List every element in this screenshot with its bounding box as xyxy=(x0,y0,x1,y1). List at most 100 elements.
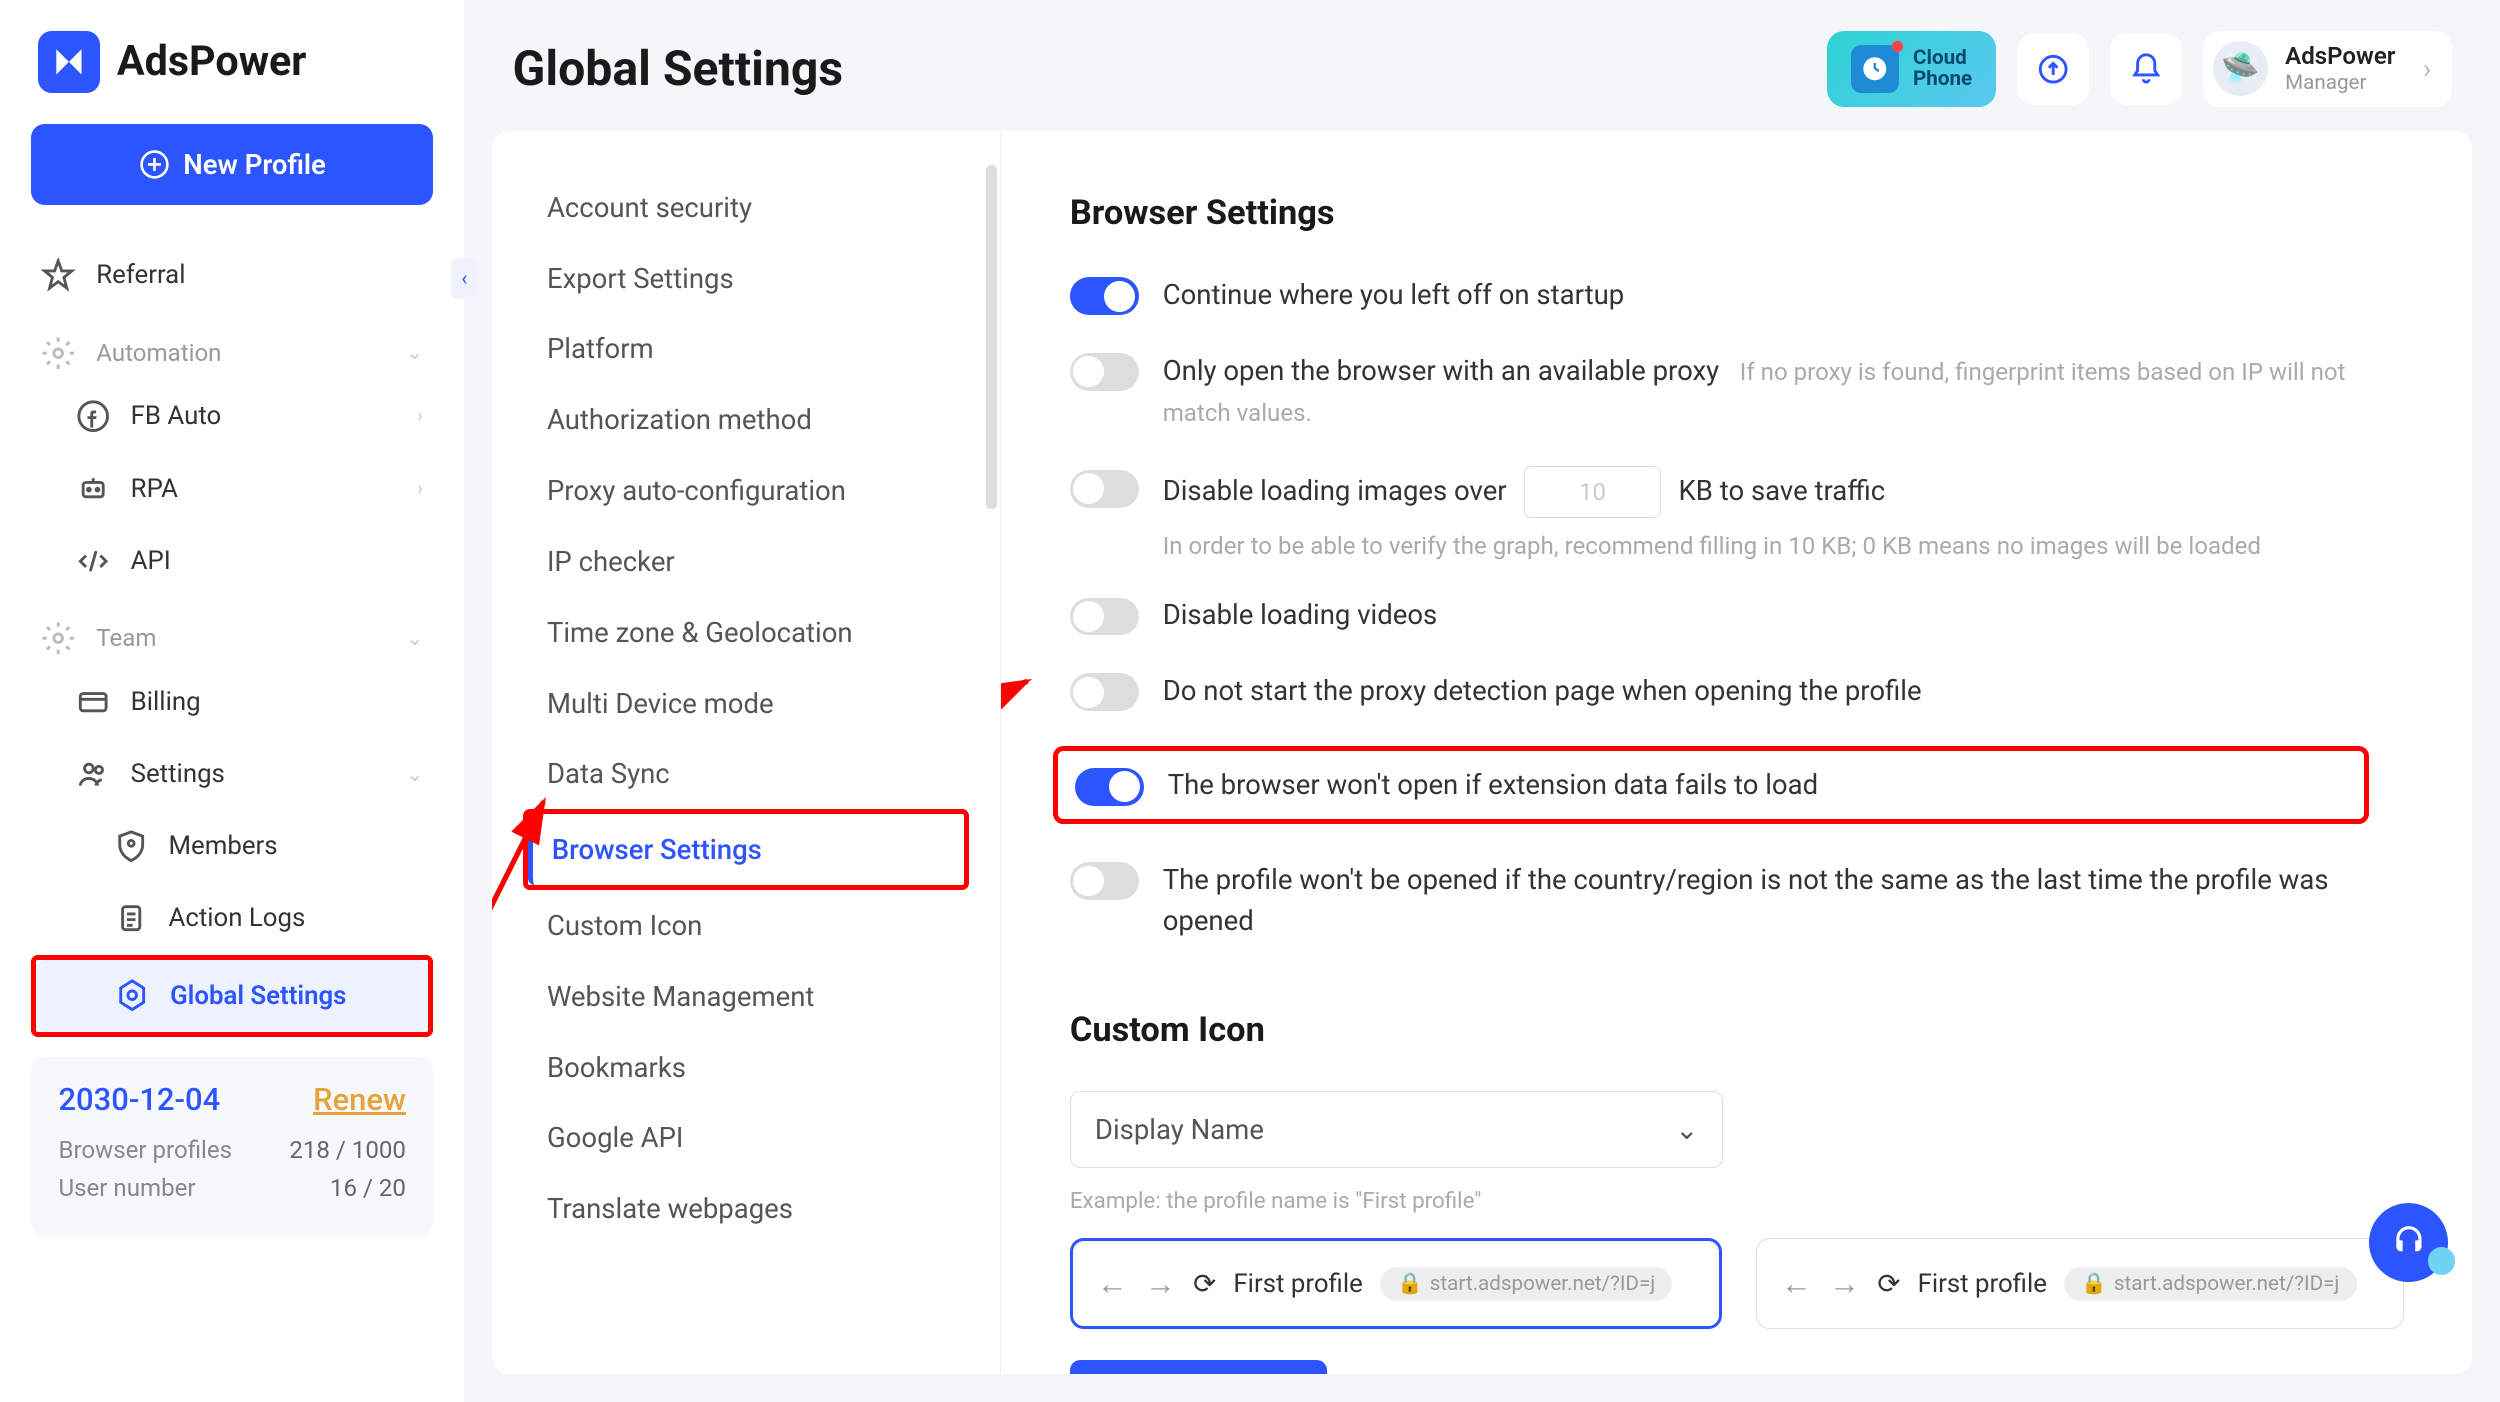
users-icon xyxy=(76,757,110,791)
sidebar-group-team[interactable]: Team ⌄ xyxy=(17,597,447,666)
display-name-dropdown[interactable]: Display Name ⌄ xyxy=(1070,1091,1724,1167)
preview-card-2[interactable]: ← → ⟳ First profile 🔒 start.adspower.net… xyxy=(1756,1238,2404,1329)
url-pill: 🔒 start.adspower.net/?ID=j xyxy=(1380,1267,1672,1301)
headset-icon xyxy=(2390,1223,2428,1261)
clipboard-icon xyxy=(114,901,148,935)
content: Account security Export Settings Platfor… xyxy=(492,131,2473,1375)
url-pill: 🔒 start.adspower.net/?ID=j xyxy=(2064,1267,2356,1301)
help-bubble[interactable] xyxy=(2369,1203,2448,1282)
toggle-row-country-check: The profile won't be opened if the count… xyxy=(1070,859,2404,942)
toggle-continue-startup[interactable] xyxy=(1070,277,1139,315)
user-menu[interactable]: 🛸 AdsPower Manager › xyxy=(2203,31,2452,107)
sidebar-item-api[interactable]: API xyxy=(17,525,447,597)
star-icon xyxy=(41,258,75,292)
sidebar-item-fb-auto[interactable]: FB Auto › xyxy=(17,380,447,452)
collapse-sidebar-button[interactable]: ‹ xyxy=(451,258,479,299)
scrollbar[interactable] xyxy=(986,165,996,509)
sidebar-item-members[interactable]: Members xyxy=(17,810,447,882)
notifications-button[interactable] xyxy=(2110,33,2182,105)
hexagon-icon xyxy=(115,978,149,1012)
back-icon: ← xyxy=(1097,1265,1128,1302)
settings-nav-website-mgmt[interactable]: Website Management xyxy=(523,961,969,1032)
main: Global Settings Cloud Phone xyxy=(464,0,2500,1402)
reload-icon: ⟳ xyxy=(1877,1267,1900,1300)
page-title: Global Settings xyxy=(513,40,844,97)
reload-icon: ⟳ xyxy=(1193,1267,1216,1300)
avatar-icon: 🛸 xyxy=(2213,41,2268,96)
chevron-down-icon: ⌄ xyxy=(406,626,423,651)
toggle-no-proxy-detect[interactable] xyxy=(1070,673,1139,711)
upload-button[interactable] xyxy=(2017,33,2089,105)
plus-circle-icon xyxy=(139,149,170,180)
chevron-right-icon: › xyxy=(417,477,423,501)
annotation-highlight: Global Settings xyxy=(31,955,434,1037)
save-setting-button[interactable]: Save Setting xyxy=(1070,1360,1327,1374)
settings-nav-google-api[interactable]: Google API xyxy=(523,1103,969,1174)
annotation-highlight: Browser Settings xyxy=(523,809,969,890)
settings-nav-auth-method[interactable]: Authorization method xyxy=(523,384,969,455)
settings-nav-data-sync[interactable]: Data Sync xyxy=(523,738,969,809)
sidebar-item-action-logs[interactable]: Action Logs xyxy=(17,882,447,954)
settings-nav-browser-settings[interactable]: Browser Settings xyxy=(528,814,964,885)
gear-icon xyxy=(41,336,75,370)
sidebar-footer: 2030-12-04 Renew Browser profiles 218 / … xyxy=(31,1057,434,1236)
settings-body: Browser Settings Continue where you left… xyxy=(1001,131,2472,1375)
users-label: User number xyxy=(58,1174,195,1202)
toggle-disable-images[interactable] xyxy=(1070,470,1139,508)
api-icon xyxy=(76,544,110,578)
settings-nav-ip-checker[interactable]: IP checker xyxy=(523,526,969,597)
topbar: Global Settings Cloud Phone xyxy=(464,0,2500,131)
settings-nav-proxy-auto[interactable]: Proxy auto-configuration xyxy=(523,455,969,526)
settings-nav-account-security[interactable]: Account security xyxy=(523,172,969,243)
card-icon xyxy=(76,685,110,719)
settings-nav: Account security Export Settings Platfor… xyxy=(492,131,1001,1375)
sidebar-item-referral[interactable]: Referral xyxy=(17,239,447,311)
settings-nav-custom-icon[interactable]: Custom Icon xyxy=(523,890,969,961)
sidebar-item-rpa[interactable]: RPA › xyxy=(17,453,447,525)
renew-link[interactable]: Renew xyxy=(313,1081,406,1118)
profiles-label: Browser profiles xyxy=(58,1136,232,1164)
preview-card-1[interactable]: ← → ⟳ First profile 🔒 start.adspower.net… xyxy=(1070,1238,1722,1329)
sidebar-item-billing[interactable]: Billing xyxy=(17,666,447,738)
kb-input[interactable]: 10 xyxy=(1524,466,1662,518)
settings-nav-export[interactable]: Export Settings xyxy=(523,243,969,314)
preview-row: ← → ⟳ First profile 🔒 start.adspower.net… xyxy=(1070,1238,2404,1329)
sidebar-item-global-settings[interactable]: Global Settings xyxy=(36,960,429,1032)
users-count: 16 / 20 xyxy=(330,1174,406,1202)
gear-icon xyxy=(41,621,75,655)
sidebar: AdsPower New Profile ‹ Referral Automati… xyxy=(0,0,464,1402)
settings-nav-multi-device[interactable]: Multi Device mode xyxy=(523,668,969,739)
back-icon: ← xyxy=(1781,1265,1812,1302)
bell-icon xyxy=(2129,52,2163,86)
upload-icon xyxy=(2036,52,2070,86)
toggle-row-proxy-only: Only open the browser with an available … xyxy=(1070,350,2404,433)
sidebar-item-settings[interactable]: Settings ⌄ xyxy=(17,738,447,810)
chevron-right-icon: › xyxy=(2423,52,2431,85)
toggle-row-disable-videos: Disable loading videos xyxy=(1070,594,2404,635)
settings-nav-timezone[interactable]: Time zone & Geolocation xyxy=(523,597,969,668)
toggle-extension-fail[interactable] xyxy=(1075,768,1144,806)
toggle-disable-videos[interactable] xyxy=(1070,598,1139,636)
new-profile-button[interactable]: New Profile xyxy=(31,124,434,205)
cloud-phone-button[interactable]: Cloud Phone xyxy=(1827,31,1996,107)
settings-nav-translate[interactable]: Translate webpages xyxy=(523,1173,969,1244)
robot-icon xyxy=(76,471,110,505)
settings-nav-bookmarks[interactable]: Bookmarks xyxy=(523,1032,969,1103)
chevron-down-icon: ⌄ xyxy=(406,340,423,365)
sidebar-group-automation[interactable]: Automation ⌄ xyxy=(17,312,447,381)
toggle-row-extension-fail: The browser won't open if extension data… xyxy=(1053,746,2370,825)
toggle-row-no-proxy-detect: Do not start the proxy detection page wh… xyxy=(1070,670,2404,711)
section-title-custom-icon: Custom Icon xyxy=(1070,1010,2404,1050)
forward-icon: → xyxy=(1829,1265,1860,1302)
toggle-proxy-only[interactable] xyxy=(1070,353,1139,391)
facebook-icon xyxy=(76,399,110,433)
forward-icon: → xyxy=(1145,1265,1176,1302)
logo[interactable]: AdsPower xyxy=(17,31,447,124)
chevron-down-icon: ⌄ xyxy=(1675,1113,1698,1146)
toggle-country-check[interactable] xyxy=(1070,862,1139,900)
profiles-count: 218 / 1000 xyxy=(289,1136,406,1164)
annotation-arrow xyxy=(1001,664,1053,767)
settings-nav-platform[interactable]: Platform xyxy=(523,314,969,385)
example-text: Example: the profile name is "First prof… xyxy=(1070,1188,2404,1214)
logo-icon xyxy=(38,31,100,93)
